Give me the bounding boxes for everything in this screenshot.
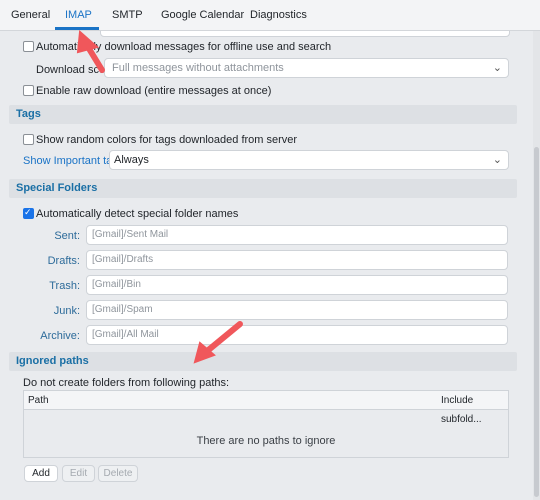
important-tags-value: Always xyxy=(114,154,149,166)
sent-folder-input[interactable]: [Gmail]/Sent Mail xyxy=(86,225,508,245)
vertical-scrollbar[interactable] xyxy=(533,31,540,500)
ignored-paths-table: Path Include subfold... There are no pat… xyxy=(23,390,509,458)
random-colors-label: Show random colors for tags downloaded f… xyxy=(36,134,298,146)
junk-folder-input[interactable]: [Gmail]/Spam xyxy=(86,300,508,320)
empty-state-text: There are no paths to ignore xyxy=(196,435,336,447)
auto-download-checkbox[interactable] xyxy=(23,41,34,52)
archive-label: Archive: xyxy=(40,330,80,342)
section-ignored-paths: Ignored paths xyxy=(9,352,517,371)
chevron-down-icon: ⌄ xyxy=(492,154,502,166)
trash-folder-input[interactable]: [Gmail]/Bin xyxy=(86,275,508,295)
archive-folder-placeholder: [Gmail]/All Mail xyxy=(92,329,159,340)
sent-label: Sent: xyxy=(54,230,80,242)
raw-download-label: Enable raw download (entire messages at … xyxy=(36,85,272,97)
archive-folder-input[interactable]: [Gmail]/All Mail xyxy=(86,325,508,345)
drafts-folder-input[interactable]: [Gmail]/Drafts xyxy=(86,250,508,270)
column-header-include-subfolders[interactable]: Include subfold... xyxy=(437,391,508,425)
scrollbar-thumb[interactable] xyxy=(534,147,539,497)
section-title: Tags xyxy=(16,108,41,120)
imap-settings-panel: Automatically download messages for offl… xyxy=(0,31,533,500)
trash-label: Trash: xyxy=(49,280,80,292)
random-colors-checkbox[interactable] xyxy=(23,134,34,145)
auto-detect-folders-checkbox[interactable] xyxy=(23,207,34,219)
section-title: Special Folders xyxy=(16,182,98,194)
trash-folder-placeholder: [Gmail]/Bin xyxy=(92,279,141,290)
cutoff-field xyxy=(100,31,510,37)
junk-folder-placeholder: [Gmail]/Spam xyxy=(92,304,153,315)
download-scope-select[interactable]: Full messages without attachments ⌄ xyxy=(104,58,509,78)
section-title: Ignored paths xyxy=(16,355,89,367)
add-path-button[interactable]: Add xyxy=(24,465,58,482)
tab-general[interactable]: General xyxy=(1,0,60,30)
tab-imap[interactable]: IMAP xyxy=(55,0,102,30)
sent-folder-placeholder: [Gmail]/Sent Mail xyxy=(92,229,169,240)
column-header-path[interactable]: Path xyxy=(24,391,441,410)
active-tab-indicator xyxy=(55,27,99,30)
drafts-folder-placeholder: [Gmail]/Drafts xyxy=(92,254,154,265)
raw-download-checkbox[interactable] xyxy=(23,85,34,96)
tab-bar: General IMAP SMTP Google Calendar Diagno… xyxy=(0,0,540,31)
tab-smtp[interactable]: SMTP xyxy=(102,0,153,30)
delete-path-button[interactable]: Delete xyxy=(98,465,138,482)
tab-google-calendar[interactable]: Google Calendar xyxy=(151,0,254,30)
junk-label: Junk: xyxy=(53,305,80,317)
important-tags-select[interactable]: Always ⌄ xyxy=(109,150,509,170)
auto-detect-folders-label: Automatically detect special folder name… xyxy=(36,208,239,220)
chevron-down-icon: ⌄ xyxy=(492,62,502,74)
tab-diagnostics[interactable]: Diagnostics xyxy=(240,0,317,30)
section-special-folders: Special Folders xyxy=(9,179,517,198)
download-scope-value: Full messages without attachments xyxy=(112,62,284,74)
section-tags: Tags xyxy=(9,105,517,124)
ignored-paths-description: Do not create folders from following pat… xyxy=(23,377,230,389)
drafts-label: Drafts: xyxy=(47,255,80,267)
auto-download-label: Automatically download messages for offl… xyxy=(36,41,332,53)
edit-path-button[interactable]: Edit xyxy=(62,465,95,482)
